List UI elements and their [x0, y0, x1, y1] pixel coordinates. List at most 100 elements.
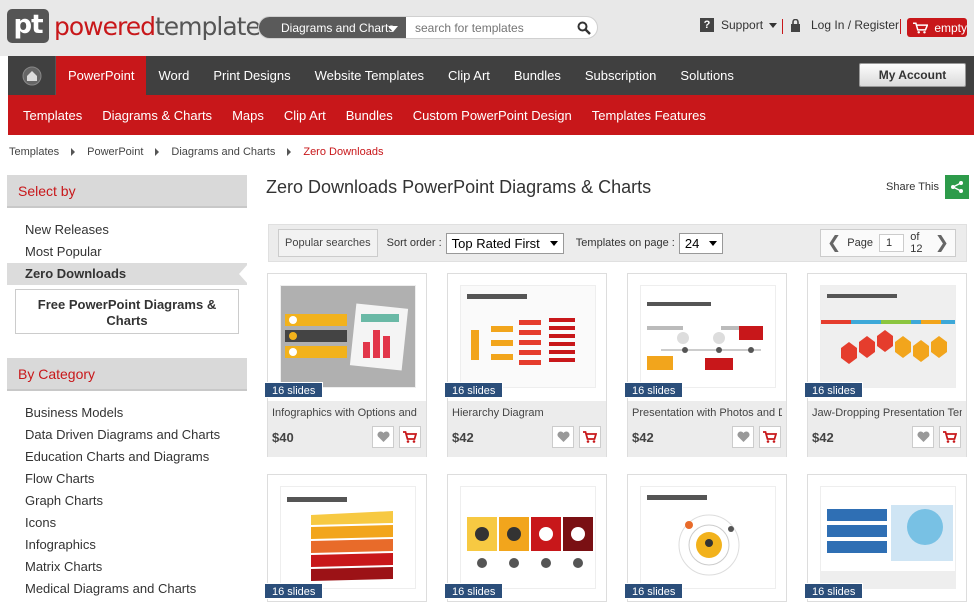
- product-thumbnail[interactable]: [640, 285, 776, 388]
- popular-searches-button[interactable]: Popular searches: [278, 229, 378, 257]
- card-footer: Jaw-Dropping Presentation Tem $42: [808, 401, 966, 457]
- product-price: $40: [272, 430, 294, 445]
- sidebar-item-new-releases[interactable]: New Releases: [7, 219, 247, 241]
- nav-word[interactable]: Word: [146, 56, 201, 95]
- search-bar: Diagrams and Charts: [258, 16, 598, 39]
- slide-count-badge: 16 slides: [444, 382, 504, 398]
- chevron-down-icon: [549, 240, 558, 246]
- product-card[interactable]: 16 slides Presentation with Photos and D…: [624, 273, 787, 457]
- category-item[interactable]: Icons: [7, 512, 247, 534]
- category-item[interactable]: Medical Diagrams and Charts: [7, 578, 247, 600]
- subnav-clip-art[interactable]: Clip Art: [274, 95, 336, 135]
- chevron-right-icon[interactable]: ❯: [935, 233, 949, 253]
- favorite-button[interactable]: [552, 426, 574, 448]
- product-thumbnail[interactable]: [460, 285, 596, 388]
- subnav-custom-design[interactable]: Custom PowerPoint Design: [403, 95, 582, 135]
- search-category-select[interactable]: Diagrams and Charts: [259, 17, 406, 38]
- card-footer: Presentation with Photos and D $42: [628, 401, 786, 457]
- per-page-label: Templates on page :: [575, 237, 675, 249]
- search-button[interactable]: [571, 17, 597, 38]
- breadcrumb-link[interactable]: Templates: [9, 146, 59, 158]
- my-account-button[interactable]: My Account: [859, 63, 966, 87]
- favorite-button[interactable]: [372, 426, 394, 448]
- product-thumbnail[interactable]: [280, 285, 416, 388]
- heart-icon: [736, 431, 750, 442]
- per-page-select[interactable]: 24: [678, 232, 724, 254]
- product-card[interactable]: 16 slides: [264, 474, 427, 602]
- lock-icon: [791, 18, 800, 32]
- free-diagrams-link[interactable]: Free PowerPoint Diagrams & Charts: [15, 289, 239, 334]
- site-logo[interactable]: pt poweredtemplate: [7, 9, 261, 43]
- login-link[interactable]: Log In / Register: [790, 18, 899, 32]
- add-to-cart-button[interactable]: [399, 426, 421, 448]
- product-thumbnail[interactable]: [640, 486, 776, 589]
- cart-icon: [943, 431, 957, 443]
- product-title[interactable]: Jaw-Dropping Presentation Tem: [812, 407, 962, 419]
- slide-count-badge: 16 slides: [264, 382, 324, 398]
- logo-mark: pt: [7, 9, 49, 43]
- chevron-down-icon: [709, 240, 718, 246]
- category-item[interactable]: Flow Charts: [7, 468, 247, 490]
- sidebar-item-most-popular[interactable]: Most Popular: [7, 241, 247, 263]
- listing-toolbar: Popular searches Sort order : Top Rated …: [268, 224, 967, 262]
- breadcrumb-link[interactable]: Diagrams and Charts: [171, 146, 275, 158]
- nav-website-templates[interactable]: Website Templates: [303, 56, 436, 95]
- sidebar-item-zero-downloads[interactable]: Zero Downloads: [7, 263, 248, 285]
- product-price: $42: [452, 430, 474, 445]
- product-thumbnail[interactable]: [280, 486, 416, 589]
- category-item[interactable]: Graph Charts: [7, 490, 247, 512]
- subnav-templates[interactable]: Templates: [13, 95, 92, 135]
- product-card[interactable]: 16 slides Jaw-Dropping Presentation Tem …: [804, 273, 967, 457]
- product-thumbnail[interactable]: [820, 486, 956, 589]
- category-item[interactable]: Matrix Charts: [7, 556, 247, 578]
- nav-print-designs[interactable]: Print Designs: [201, 56, 302, 95]
- nav-bundles[interactable]: Bundles: [502, 56, 573, 95]
- nav-solutions[interactable]: Solutions: [668, 56, 745, 95]
- slide-count-badge: 16 slides: [264, 583, 324, 599]
- chevron-right-icon: [287, 148, 292, 156]
- product-card[interactable]: 16 slides: [624, 474, 787, 602]
- search-input[interactable]: [406, 17, 571, 38]
- select-by-list: New Releases Most Popular Zero Downloads: [7, 208, 248, 285]
- category-item[interactable]: Education Charts and Diagrams: [7, 446, 247, 468]
- chevron-right-icon: [71, 148, 76, 156]
- product-card[interactable]: 16 slides: [444, 474, 607, 602]
- home-button[interactable]: [8, 56, 56, 95]
- breadcrumb-link[interactable]: PowerPoint: [87, 146, 143, 158]
- product-card[interactable]: 16 slides: [804, 474, 967, 602]
- add-to-cart-button[interactable]: [939, 426, 961, 448]
- slide-count-badge: 16 slides: [444, 583, 504, 599]
- product-card[interactable]: 16 slides Infographics with Options and …: [264, 273, 427, 457]
- product-card[interactable]: 16 slides Hierarchy Diagram $42: [444, 273, 607, 457]
- product-thumbnail[interactable]: [820, 285, 956, 388]
- search-icon: [577, 21, 591, 35]
- chevron-right-icon: [155, 148, 160, 156]
- add-to-cart-button[interactable]: [759, 426, 781, 448]
- select-by-heading: Select by: [7, 175, 247, 208]
- subnav-diagrams-charts[interactable]: Diagrams & Charts: [92, 95, 222, 135]
- subnav-bundles[interactable]: Bundles: [336, 95, 403, 135]
- support-menu[interactable]: ? Support: [700, 18, 778, 32]
- add-to-cart-button[interactable]: [579, 426, 601, 448]
- favorite-button[interactable]: [912, 426, 934, 448]
- product-title[interactable]: Infographics with Options and: [272, 407, 422, 419]
- share-icon[interactable]: [945, 175, 969, 199]
- subnav-maps[interactable]: Maps: [222, 95, 274, 135]
- chevron-left-icon[interactable]: ❮: [827, 233, 841, 253]
- favorite-button[interactable]: [732, 426, 754, 448]
- product-thumbnail[interactable]: [460, 486, 596, 589]
- category-item[interactable]: Data Driven Diagrams and Charts: [7, 424, 247, 446]
- sort-select[interactable]: Top Rated First: [445, 232, 564, 254]
- subnav-templates-features[interactable]: Templates Features: [582, 95, 716, 135]
- nav-subscription[interactable]: Subscription: [573, 56, 669, 95]
- share-this[interactable]: Share This: [886, 175, 969, 199]
- product-title[interactable]: Hierarchy Diagram: [452, 407, 602, 419]
- category-item[interactable]: Business Models: [7, 402, 247, 424]
- cart-button[interactable]: empty: [907, 18, 967, 37]
- nav-powerpoint[interactable]: PowerPoint: [56, 56, 147, 95]
- nav-clip-art[interactable]: Clip Art: [436, 56, 502, 95]
- category-item[interactable]: Infographics: [7, 534, 247, 556]
- heart-icon: [376, 431, 390, 442]
- product-title[interactable]: Presentation with Photos and D: [632, 407, 782, 419]
- page-number-input[interactable]: 1: [878, 234, 905, 252]
